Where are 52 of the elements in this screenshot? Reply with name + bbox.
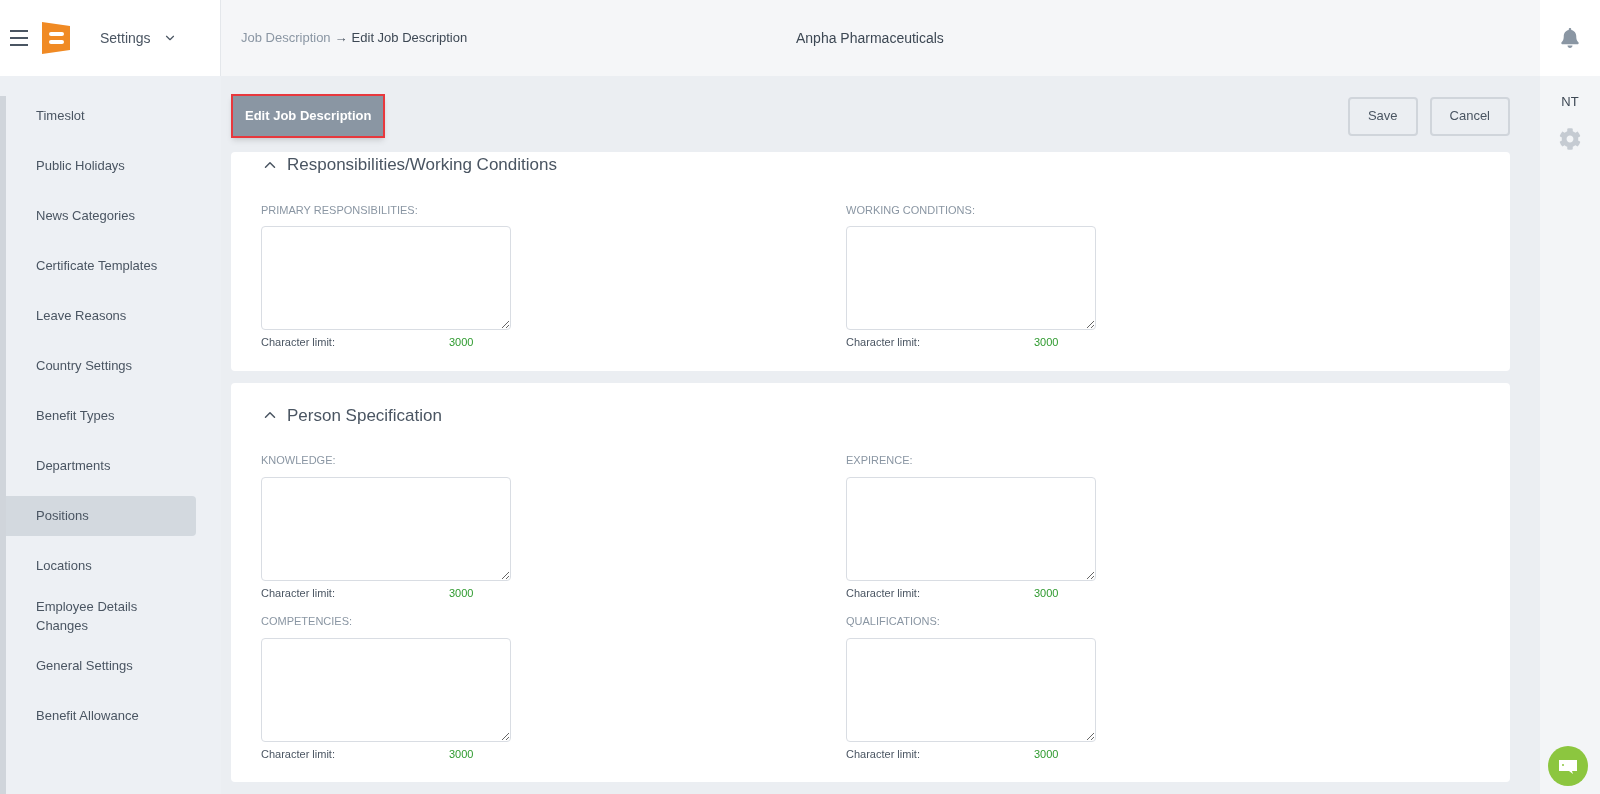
sidebar-item[interactable]: Timeslot (6, 96, 196, 136)
notification-icon[interactable] (1560, 28, 1580, 48)
limit-label: Character limit: (846, 335, 921, 350)
user-initials[interactable]: NT (1561, 92, 1579, 112)
limit-value: 3000 (449, 585, 474, 601)
sidebar-item[interactable]: General Settings (6, 646, 196, 686)
logo-icon (40, 20, 72, 56)
settings-icon[interactable] (1559, 127, 1581, 150)
limit-value: 3000 (1034, 746, 1059, 762)
field-label: WORKING CONDITIONS: (846, 202, 976, 218)
sidebar-item[interactable]: Leave Reasons (6, 296, 196, 336)
limit-label: Character limit: (846, 746, 921, 762)
limit-label: Character limit: (261, 746, 336, 762)
text-area[interactable] (846, 476, 1096, 581)
sidebar-item[interactable]: Certificate Templates (6, 246, 196, 286)
sidebar-item[interactable]: Country Settings (6, 346, 196, 386)
action-button[interactable]: Save (1347, 96, 1418, 136)
text-area[interactable] (261, 226, 511, 330)
sidebar-item[interactable]: Public Holidays (6, 146, 196, 186)
limit-value: 3000 (1034, 335, 1059, 350)
field-label: PRIMARY RESPONSIBILITIES: (261, 202, 419, 218)
limit-value: 3000 (449, 746, 474, 762)
limit-label: Character limit: (261, 585, 336, 601)
field-label: KNOWLEDGE: (261, 453, 337, 468)
action-button[interactable]: Cancel (1429, 96, 1510, 136)
sidebar-item[interactable]: News Categories (6, 196, 196, 236)
text-area[interactable] (261, 637, 511, 742)
limit-label: Character limit: (846, 585, 921, 601)
section-title: Responsibilities/Working Conditions (287, 154, 557, 176)
page-title: Edit Job Description (231, 94, 386, 138)
limit-value: 3000 (1034, 585, 1059, 601)
module-dropdown[interactable]: Settings (100, 27, 177, 49)
breadcrumb-current: Edit Job Description (351, 29, 468, 48)
breadcrumb-separator: → (334, 29, 348, 48)
text-area[interactable] (261, 476, 511, 581)
sidebar-item[interactable]: Employee Details Changes (6, 596, 196, 636)
text-area[interactable] (846, 637, 1096, 742)
sidebar-item[interactable]: Benefit Allowance (6, 696, 196, 736)
limit-label: Character limit: (261, 335, 336, 350)
menu-icon[interactable] (10, 30, 28, 46)
section-title: Person Specification (287, 404, 442, 427)
field-label: COMPETENCIES: (261, 614, 354, 629)
field-label: EXPIRENCE: (846, 453, 914, 468)
text-area[interactable] (846, 226, 1096, 330)
sidebar-item[interactable]: Departments (6, 446, 196, 486)
field-label: QUALIFICATIONS: (846, 614, 941, 629)
chat-icon[interactable] (1548, 746, 1588, 786)
limit-value: 3000 (449, 335, 474, 350)
sidebar-item[interactable]: Benefit Types (6, 396, 196, 436)
company-name: Anpha Pharmaceuticals (796, 28, 944, 48)
sidebar-item[interactable]: Positions (6, 496, 196, 536)
sidebar-item[interactable]: Locations (6, 546, 196, 586)
